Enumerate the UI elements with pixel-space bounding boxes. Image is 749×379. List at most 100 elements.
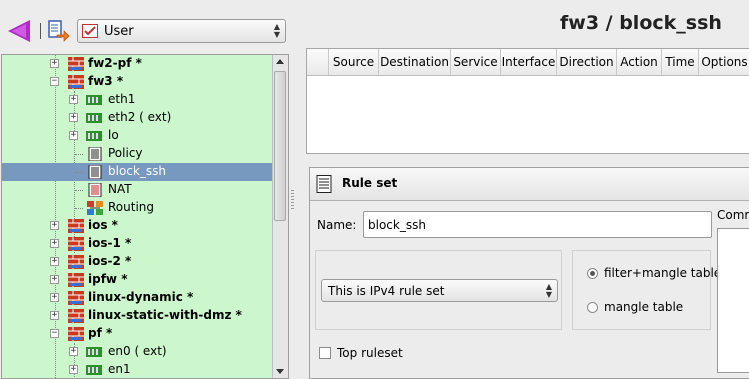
collapse-icon[interactable]: − [50,329,59,338]
column-header-action[interactable]: Action [617,49,662,75]
tree-guide-line [75,190,83,191]
tree-item-eth2[interactable]: + eth2 ( ext) [2,109,274,127]
expand-icon[interactable]: + [69,131,78,140]
filter-mangle-label: filter+mangle table [604,266,722,280]
firewall-icon [68,237,84,251]
firewall-icon [68,327,84,341]
tree-item-nat[interactable]: NAT [2,181,274,199]
tree-item-label: linux-dynamic * [88,290,194,304]
column-header-direction[interactable]: Direction [557,49,617,75]
collapse-icon[interactable]: − [50,77,59,86]
tree-item-en1[interactable]: + en1 [2,361,274,378]
select-arrows-icon: ▲ ▼ [273,22,280,39]
nat-icon [88,183,102,197]
tree-item-label: block_ssh [108,164,166,178]
mangle-label: mangle table [604,300,684,314]
tree-item-label: lo [108,128,119,142]
tree-item-label: ios-1 * [88,236,132,250]
interface-icon [86,131,102,141]
tree-item-ios[interactable]: + ios * [2,217,274,235]
expand-icon[interactable]: + [50,221,59,230]
tree-item-en0[interactable]: + en0 ( ext) [2,343,274,361]
tree-item-policy[interactable]: Policy [2,145,274,163]
expand-icon[interactable]: + [50,257,59,266]
scrollbar-thumb[interactable] [274,71,286,221]
tree-item-ipfw[interactable]: + ipfw * [2,271,274,289]
tree-item-eth1[interactable]: + eth1 [2,91,274,109]
splitter-handle[interactable] [291,190,294,210]
open-object-icon[interactable] [48,20,70,42]
ruleset-icon [316,175,332,193]
expand-icon[interactable]: + [69,113,78,122]
tree-item-label: ios-2 * [88,254,132,268]
tree-item-label: eth2 ( ext) [108,110,172,124]
filter-mangle-radio[interactable] [587,268,598,279]
interface-icon [86,113,102,123]
tree-item-label: ios * [88,218,118,232]
expand-icon[interactable]: + [50,275,59,284]
column-header-destination[interactable]: Destination [379,49,451,75]
tree-item-label: en1 [108,362,131,376]
name-label: Name: [317,218,357,232]
top-ruleset-checkbox[interactable] [319,347,331,359]
ip-version-select-value: This is IPv4 rule set [328,284,445,298]
rules-table-header: Source Destination Service Interface Dir… [307,49,749,76]
expand-icon[interactable]: + [69,95,78,104]
tree-item-label: Policy [108,146,143,160]
expand-icon[interactable]: + [50,239,59,248]
editor-header: Rule set [310,168,749,201]
rules-table[interactable]: Source Destination Service Interface Dir… [306,48,749,154]
table-type-group [572,250,711,330]
tree-item-linux-dynamic[interactable]: + linux-dynamic * [2,289,274,307]
firewall-icon [68,273,84,287]
top-ruleset-label: Top ruleset [337,346,403,360]
tree-item-label: NAT [108,182,132,196]
tree-item-linux-static-with-dmz[interactable]: + linux-static-with-dmz * [2,307,274,325]
column-header-time[interactable]: Time [662,49,699,75]
column-header-service[interactable]: Service [451,49,501,75]
tree-item-routing[interactable]: Routing [2,199,274,217]
expand-icon[interactable]: + [50,293,59,302]
firewall-icon [68,291,84,305]
column-header-options[interactable]: Options [699,49,749,75]
scroll-up-icon[interactable] [276,59,284,64]
mangle-radio[interactable] [587,302,598,313]
firewall-icon [68,309,84,323]
library-select[interactable]: User ▲ ▼ [77,19,286,43]
interface-icon [86,365,102,375]
firewall-icon [68,57,84,71]
tree-item-label: pf * [88,326,113,340]
column-header-interface[interactable]: Interface [501,49,557,75]
tree-item-label: eth1 [108,92,136,106]
tree-item-ios-2[interactable]: + ios-2 * [2,253,274,271]
column-header-source[interactable]: Source [329,49,379,75]
tree-item-block-ssh[interactable]: block_ssh [2,163,274,181]
column-header-number[interactable] [307,49,329,75]
policy-icon [88,147,102,161]
ip-version-select[interactable]: This is IPv4 rule set ▲ ▼ [321,279,558,302]
tree-item-label: linux-static-with-dmz * [88,308,242,322]
tree-item-ios-1[interactable]: + ios-1 * [2,235,274,253]
tree-item-lo[interactable]: + lo [2,127,274,145]
tree-item-label: en0 ( ext) [108,344,167,358]
expand-icon[interactable]: + [50,59,59,68]
page-title: fw3 / block_ssh [560,12,722,34]
expand-icon[interactable]: + [69,365,78,374]
tree-guide-line [75,154,83,155]
tree-item-fw3[interactable]: − fw3 * [2,73,274,91]
back-arrow-highlight [12,24,26,38]
object-tree[interactable]: + fw2-pf * − fw3 * + eth1 + eth2 ( ext) … [1,54,289,379]
comment-textarea[interactable] [717,228,749,373]
tree-item-pf[interactable]: − pf * [2,325,274,343]
policy-icon [88,165,102,179]
tree-scrollbar[interactable] [272,55,288,378]
toolbar-separator [40,23,41,39]
tree-item-label: fw3 * [88,74,124,88]
name-field[interactable] [363,211,712,238]
expand-icon[interactable]: + [69,347,78,356]
tree-item-fw2-pf[interactable]: + fw2-pf * [2,55,274,73]
scroll-down-icon[interactable] [276,369,284,374]
expand-icon[interactable]: + [50,311,59,320]
editor-title: Rule set [342,176,398,190]
firewall-icon [68,255,84,269]
